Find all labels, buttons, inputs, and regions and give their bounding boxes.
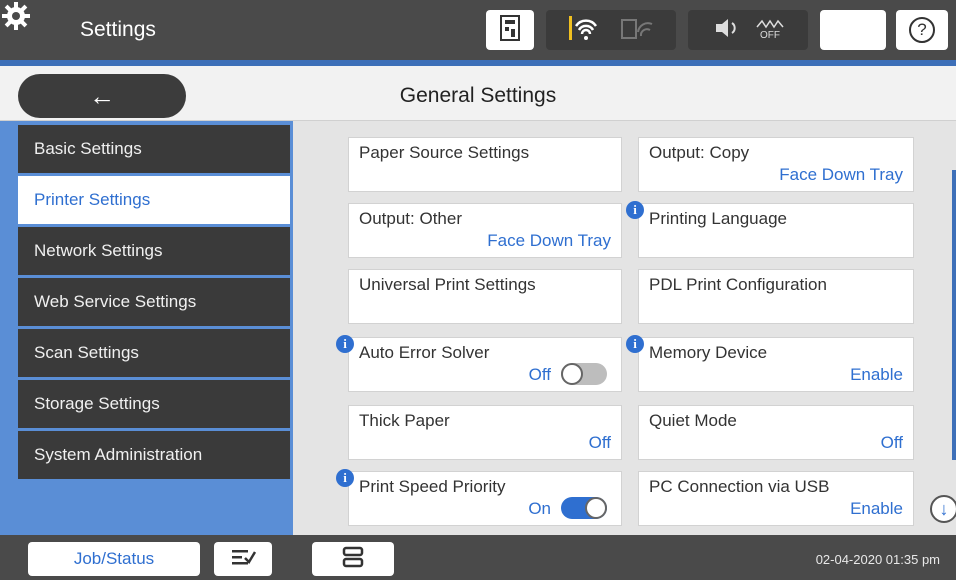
- setting-value: Off: [588, 433, 611, 452]
- setting-label: Thick Paper: [359, 411, 450, 430]
- sidebar-item-label: System Administration: [34, 445, 203, 464]
- setting-label: Memory Device: [649, 343, 768, 362]
- wifi-direct-icon: [620, 14, 654, 47]
- setting-label: Output: Other: [359, 209, 462, 228]
- setting-value: Off: [528, 365, 551, 384]
- setting-label: Universal Print Settings: [359, 275, 536, 294]
- sidebar-item-label: Storage Settings: [34, 394, 160, 413]
- help-icon: ?: [909, 17, 935, 43]
- job-list-icon: [230, 547, 257, 572]
- sidebar-item-basic-settings[interactable]: Basic Settings: [18, 125, 290, 173]
- sidebar-item-web-service-settings[interactable]: Web Service Settings: [18, 278, 290, 326]
- setting-universal-print-settings[interactable]: Universal Print Settings: [348, 269, 622, 324]
- setting-paper-source-settings[interactable]: Paper Source Settings: [348, 137, 622, 192]
- toggle-knob: [585, 497, 607, 519]
- setting-output-other[interactable]: Output: Other Face Down Tray: [348, 203, 622, 258]
- network-status-button[interactable]: [546, 10, 676, 50]
- info-icon[interactable]: i: [626, 335, 644, 353]
- sidebar-item-system-administration[interactable]: System Administration: [18, 431, 290, 479]
- setting-label: Paper Source Settings: [359, 143, 530, 162]
- sidebar-item-label: Printer Settings: [34, 190, 151, 209]
- job-queue-button[interactable]: [312, 542, 394, 576]
- job-status-button[interactable]: Job/Status: [28, 542, 200, 576]
- info-icon[interactable]: i: [626, 201, 644, 219]
- page-title: General Settings: [399, 84, 557, 107]
- settings-panel: Paper Source Settings Output: Copy Face …: [293, 121, 956, 535]
- setting-pdl-print-configuration[interactable]: PDL Print Configuration: [638, 269, 914, 324]
- moon-icon: [843, 16, 863, 45]
- setting-value: Enable: [850, 365, 903, 384]
- sidebar-item-label: Web Service Settings: [34, 292, 197, 311]
- setting-auto-error-solver[interactable]: Auto Error Solver Off: [348, 337, 622, 392]
- setting-output-copy[interactable]: Output: Copy Face Down Tray: [638, 137, 914, 192]
- setting-value: Face Down Tray: [487, 231, 611, 250]
- info-icon[interactable]: i: [336, 335, 354, 353]
- sidebar-item-network-settings[interactable]: Network Settings: [18, 227, 290, 275]
- setting-pc-connection-via-usb[interactable]: PC Connection via USB Enable: [638, 471, 914, 526]
- info-icon[interactable]: i: [336, 469, 354, 487]
- eco-mode-off-icon: OFF: [756, 19, 784, 41]
- setting-print-speed-priority[interactable]: Print Speed Priority On: [348, 471, 622, 526]
- toggle-knob: [561, 363, 583, 385]
- scroll-down-button[interactable]: ↓: [930, 495, 956, 523]
- date-time-display: 02-04-2020 01:35 pm: [815, 552, 940, 567]
- sidebar-item-label: Network Settings: [34, 241, 163, 260]
- setting-value: On: [528, 499, 551, 518]
- sidebar-item-storage-settings[interactable]: Storage Settings: [18, 380, 290, 428]
- printer-status-icon: [499, 14, 521, 46]
- arrow-down-icon: ↓: [939, 498, 949, 519]
- help-button[interactable]: ?: [896, 10, 948, 50]
- wifi-icon: [568, 14, 598, 47]
- setting-label: Printing Language: [649, 209, 788, 228]
- setting-quiet-mode[interactable]: Quiet Mode Off: [638, 405, 914, 460]
- sidebar-item-printer-settings[interactable]: Printer Settings: [18, 176, 290, 224]
- job-list-button[interactable]: [214, 542, 272, 576]
- auto-error-solver-toggle[interactable]: [561, 363, 607, 385]
- sidebar: Basic Settings Printer Settings Network …: [0, 121, 293, 535]
- sidebar-item-label: Scan Settings: [34, 343, 139, 362]
- sound-eco-status-button[interactable]: OFF: [688, 10, 808, 50]
- app-title: Settings: [80, 18, 156, 41]
- gear-icon: [0, 0, 32, 37]
- setting-value: Face Down Tray: [779, 165, 903, 184]
- print-speed-priority-toggle[interactable]: [561, 497, 607, 519]
- scrollbar[interactable]: [952, 170, 956, 460]
- sleep-button[interactable]: [820, 10, 886, 50]
- speaker-icon: [712, 16, 742, 45]
- setting-label: Auto Error Solver: [359, 343, 490, 362]
- eco-off-label: OFF: [760, 30, 780, 41]
- setting-memory-device[interactable]: Memory Device Enable: [638, 337, 914, 392]
- printer-status-button[interactable]: [486, 10, 534, 50]
- setting-label: PDL Print Configuration: [649, 275, 827, 294]
- stacked-trays-icon: [342, 546, 364, 573]
- setting-value: Enable: [850, 499, 903, 518]
- sidebar-item-label: Basic Settings: [34, 139, 142, 158]
- setting-value: Off: [880, 433, 903, 452]
- sidebar-item-scan-settings[interactable]: Scan Settings: [18, 329, 290, 377]
- setting-label: Print Speed Priority: [359, 477, 506, 496]
- setting-thick-paper[interactable]: Thick Paper Off: [348, 405, 622, 460]
- setting-label: Output: Copy: [649, 143, 750, 162]
- setting-label: PC Connection via USB: [649, 477, 830, 496]
- setting-label: Quiet Mode: [649, 411, 737, 430]
- setting-printing-language[interactable]: Printing Language: [638, 203, 914, 258]
